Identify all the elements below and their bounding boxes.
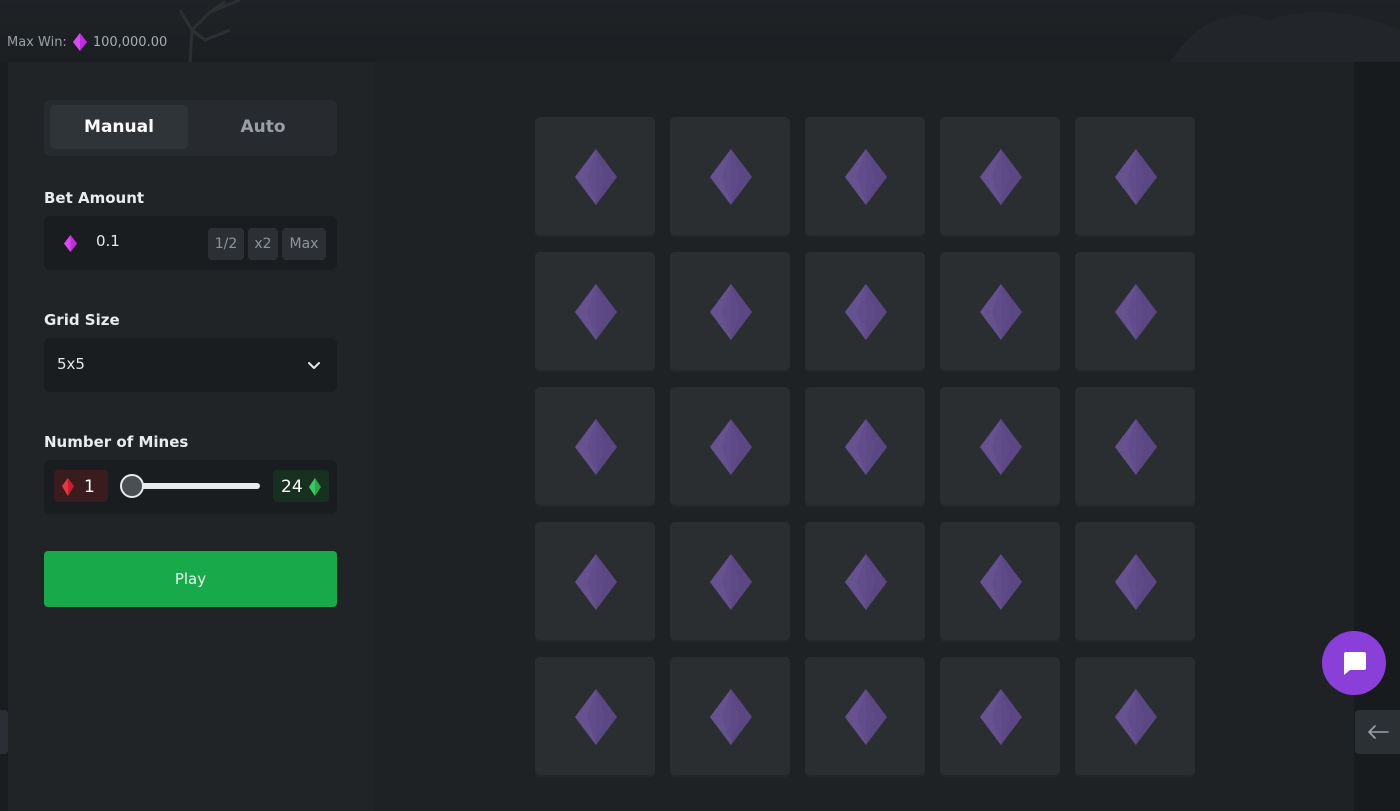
bet-amount-field[interactable]: 0.1 1/2 x2 Max: [44, 216, 337, 270]
gem-icon: [64, 235, 77, 252]
double-bet-button[interactable]: x2: [248, 228, 278, 260]
gem-icon: [1115, 284, 1157, 340]
grid-tile[interactable]: [940, 387, 1060, 507]
gem-icon: [845, 419, 887, 475]
grid-tile[interactable]: [535, 522, 655, 642]
grid-tile[interactable]: [670, 387, 790, 507]
gem-icon: [72, 33, 87, 51]
bet-amount-input[interactable]: 0.1: [96, 232, 120, 250]
gem-icon: [575, 689, 617, 745]
chevron-down-icon: [308, 362, 320, 369]
gem-icon: [1115, 419, 1157, 475]
gem-icon: [980, 554, 1022, 610]
max-bet-button[interactable]: Max: [282, 228, 326, 260]
gem-icon: [710, 419, 752, 475]
gem-icon: [1115, 149, 1157, 205]
grid-size-label: Grid Size: [44, 311, 120, 329]
gem-icon: [980, 689, 1022, 745]
tree-silhouette-right: [1170, 12, 1400, 62]
chat-button[interactable]: [1322, 631, 1386, 695]
tab-manual[interactable]: Manual: [50, 105, 188, 149]
mine-count-badge: 1: [54, 470, 108, 502]
grid-tile[interactable]: [535, 117, 655, 237]
gem-icon: [980, 419, 1022, 475]
gem-icon: [845, 689, 887, 745]
mines-control: 1 24: [44, 460, 337, 514]
gem-icon: [710, 689, 752, 745]
grid-tile[interactable]: [805, 387, 925, 507]
grid-tile[interactable]: [940, 522, 1060, 642]
gem-icon: [980, 149, 1022, 205]
gem-count: 24: [281, 477, 303, 497]
grid-tile[interactable]: [805, 252, 925, 372]
half-bet-button[interactable]: 1/2: [208, 228, 244, 260]
top-banner: [0, 0, 1400, 62]
tree-silhouette-left: [178, 0, 241, 62]
gem-icon: [575, 284, 617, 340]
grid-tile[interactable]: [670, 522, 790, 642]
grid-tile[interactable]: [1075, 387, 1195, 507]
gem-icon: [845, 149, 887, 205]
grid-tile[interactable]: [535, 252, 655, 372]
right-edge: [1354, 62, 1400, 811]
left-edge-tab[interactable]: [0, 710, 8, 754]
mine-gem-icon: [62, 478, 74, 496]
grid-tile[interactable]: [940, 252, 1060, 372]
gem-icon: [980, 284, 1022, 340]
mode-toggle: Manual Auto: [44, 100, 337, 156]
grid-size-select[interactable]: 5x5: [44, 338, 337, 392]
gem-icon: [710, 284, 752, 340]
gem-icon: [575, 554, 617, 610]
play-button[interactable]: Play: [44, 551, 337, 607]
gem-icon: [710, 149, 752, 205]
grid-tile[interactable]: [1075, 252, 1195, 372]
gem-icon: [575, 149, 617, 205]
grid-tile[interactable]: [1075, 657, 1195, 777]
mine-count: 1: [84, 477, 95, 497]
arrow-left-icon: [1367, 725, 1389, 739]
grid-tile[interactable]: [670, 252, 790, 372]
bet-amount-label: Bet Amount: [44, 189, 145, 207]
game-board: [374, 62, 1354, 811]
grid-tile[interactable]: [1075, 522, 1195, 642]
green-gem-icon: [309, 478, 321, 496]
max-win-value: 100,000.00: [92, 34, 168, 50]
gem-icon: [1115, 689, 1157, 745]
max-win-label: Max Win:: [7, 34, 67, 50]
grid-tile[interactable]: [805, 117, 925, 237]
grid-tile[interactable]: [1075, 117, 1195, 237]
gem-icon: [710, 554, 752, 610]
tab-auto[interactable]: Auto: [194, 105, 332, 149]
grid-tile[interactable]: [805, 657, 925, 777]
grid-tile[interactable]: [535, 657, 655, 777]
mines-slider-track[interactable]: [128, 483, 260, 489]
controls-panel: Manual Auto Bet Amount 0.1 1/2 x2 Max Gr…: [8, 62, 374, 811]
grid-tile[interactable]: [535, 387, 655, 507]
grid-tile[interactable]: [940, 117, 1060, 237]
gem-icon: [575, 419, 617, 475]
chat-bubble-icon: [1344, 652, 1366, 675]
gem-icon: [845, 284, 887, 340]
grid-tile[interactable]: [940, 657, 1060, 777]
collapse-button[interactable]: [1355, 710, 1400, 754]
mines-slider-handle[interactable]: [120, 474, 144, 498]
gem-count-badge: 24: [273, 470, 329, 502]
gem-icon: [1115, 554, 1157, 610]
number-of-mines-label: Number of Mines: [44, 433, 189, 451]
gem-icon: [845, 554, 887, 610]
grid-tile[interactable]: [670, 657, 790, 777]
grid-tile[interactable]: [805, 522, 925, 642]
grid-size-value: 5x5: [57, 355, 85, 373]
max-win-display: Max Win: 100,000.00: [7, 32, 167, 52]
grid-tile[interactable]: [670, 117, 790, 237]
